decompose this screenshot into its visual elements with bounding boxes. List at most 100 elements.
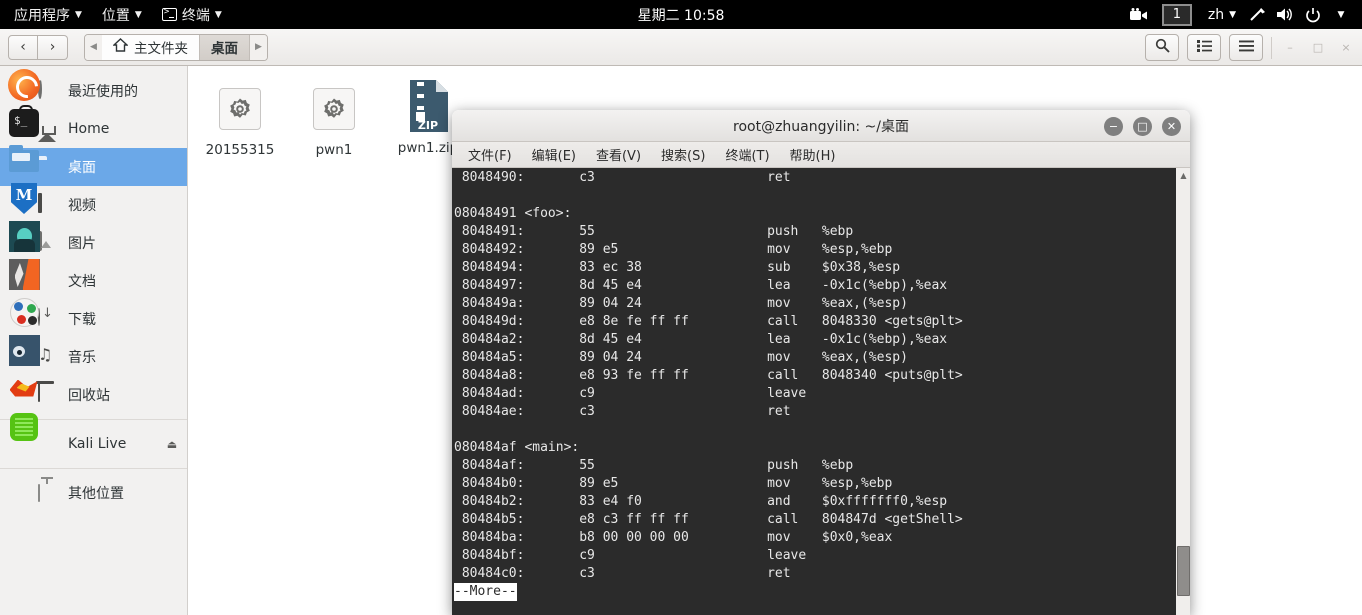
sidebar-item-label: 文档 bbox=[68, 274, 96, 290]
language-indicator[interactable]: zh ▼ bbox=[1202, 7, 1242, 23]
sidebar: 最近使用的 Home 桌面 视频 图片 文档 ↓ 下载 ♫ 音乐 回收站 Kal… bbox=[0, 66, 188, 615]
burpsuite-icon[interactable] bbox=[6, 256, 43, 293]
terminal-window-buttons: − □ ✕ bbox=[1104, 110, 1181, 142]
navigation-buttons: ‹ › bbox=[8, 34, 68, 60]
terminal-icon bbox=[161, 7, 177, 21]
file-name: pwn1 bbox=[315, 142, 353, 158]
system-menu-chevron-down-icon[interactable]: ▼ bbox=[1328, 0, 1354, 29]
applications-menu-label: 应用程序 bbox=[14, 7, 70, 24]
back-icon: ‹ bbox=[20, 39, 26, 55]
menu-edit[interactable]: 编辑(E) bbox=[524, 143, 584, 166]
terminal-scrollbar[interactable]: ▲ bbox=[1175, 168, 1190, 615]
breadcrumb: ◀ 主文件夹 桌面 ▶ bbox=[84, 33, 268, 61]
terminal-titlebar[interactable]: root@zhuangyilin: ~/桌面 − □ ✕ bbox=[452, 110, 1190, 142]
svg-text:ZIP: ZIP bbox=[418, 119, 438, 132]
terminal-minimize-button[interactable]: − bbox=[1104, 116, 1123, 136]
terminal-maximize-button[interactable]: □ bbox=[1133, 116, 1152, 136]
search-button[interactable] bbox=[1145, 34, 1179, 61]
menu-help[interactable]: 帮助(H) bbox=[782, 143, 844, 166]
fm-minimize-button[interactable]: – bbox=[1280, 38, 1300, 58]
places-menu-label: 位置 bbox=[101, 7, 130, 24]
eject-icon[interactable]: ⏏ bbox=[165, 437, 179, 451]
terminal-disassembly-text: 8048490: c3 ret 08048491 <foo>: 8048491:… bbox=[454, 170, 963, 581]
applications-menu[interactable]: 应用程序 ▼ bbox=[0, 0, 92, 29]
forward-icon: › bbox=[49, 39, 56, 55]
wireshark-icon[interactable] bbox=[6, 332, 43, 369]
search-icon bbox=[1155, 38, 1170, 57]
beef-icon[interactable] bbox=[6, 408, 43, 445]
breadcrumb-item-home[interactable]: 主文件夹 bbox=[102, 34, 199, 60]
sidebar-item-label: 音乐 bbox=[68, 350, 96, 366]
terminal-title: root@zhuangyilin: ~/桌面 bbox=[733, 118, 909, 135]
file-manager-toolbar-right: – □ × bbox=[1145, 29, 1356, 66]
menu-search[interactable]: 搜索(S) bbox=[653, 143, 713, 166]
breadcrumb-next-icon[interactable]: ▶ bbox=[250, 34, 267, 60]
terminal-close-button[interactable]: ✕ bbox=[1162, 116, 1181, 136]
breadcrumb-desktop-label: 桌面 bbox=[211, 41, 238, 57]
maltego-icon[interactable] bbox=[6, 294, 43, 331]
file-item-20155315[interactable]: 20155315 bbox=[194, 78, 286, 158]
files-icon[interactable] bbox=[6, 142, 43, 179]
fm-close-button[interactable]: × bbox=[1336, 38, 1356, 58]
screencast-icon[interactable] bbox=[1126, 0, 1152, 29]
sidebar-item-other-locations[interactable]: 其他位置 bbox=[0, 474, 187, 512]
terminal-window: root@zhuangyilin: ~/桌面 − □ ✕ 文件(F) 编辑(E)… bbox=[452, 110, 1190, 615]
application-dock bbox=[4, 66, 44, 446]
menu-button[interactable] bbox=[1229, 34, 1263, 61]
sidebar-item-label: Kali Live bbox=[68, 436, 127, 452]
chevron-down-icon: ▼ bbox=[134, 10, 142, 20]
terminal-screen[interactable]: 8048490: c3 ret 08048491 <foo>: 8048491:… bbox=[452, 168, 1190, 615]
top-panel-right: 1 zh ▼ ▼ bbox=[1126, 0, 1362, 29]
menu-terminal[interactable]: 终端(T) bbox=[717, 143, 777, 166]
file-name: 20155315 bbox=[205, 142, 275, 158]
hydra-icon[interactable] bbox=[6, 370, 43, 407]
workspace-number: 1 bbox=[1172, 7, 1181, 22]
breadcrumb-home-label: 主文件夹 bbox=[134, 41, 188, 57]
executable-gear-icon bbox=[194, 78, 286, 140]
chevron-down-icon: ▼ bbox=[1229, 10, 1236, 20]
back-button[interactable]: ‹ bbox=[8, 34, 38, 60]
list-view-button[interactable] bbox=[1187, 34, 1221, 61]
chevron-down-icon: ▼ bbox=[214, 10, 222, 20]
menu-file[interactable]: 文件(F) bbox=[460, 143, 520, 166]
menu-view[interactable]: 查看(V) bbox=[588, 143, 649, 166]
sidebar-item-label: 视频 bbox=[68, 198, 96, 214]
more-prompt: --More-- bbox=[454, 583, 517, 601]
forward-button[interactable]: › bbox=[38, 34, 68, 60]
breadcrumb-item-desktop[interactable]: 桌面 bbox=[199, 34, 250, 60]
desktop-screen: 应用程序 ▼ 位置 ▼ 终端 ▼ 星期二 10:58 bbox=[0, 0, 1362, 615]
volume-icon[interactable] bbox=[1272, 0, 1298, 29]
sidebar-item-label: 其他位置 bbox=[68, 486, 124, 502]
firefox-icon[interactable] bbox=[6, 66, 43, 103]
file-manager-toolbar: ‹ › ◀ 主文件夹 桌面 ▶ – □ × bbox=[0, 29, 1362, 66]
breadcrumb-prev-icon[interactable]: ◀ bbox=[85, 34, 102, 60]
language-label: zh bbox=[1207, 6, 1225, 23]
hamburger-menu-icon bbox=[1238, 40, 1254, 56]
brightness-icon[interactable] bbox=[1244, 0, 1270, 29]
executable-gear-icon bbox=[288, 78, 380, 140]
terminal-menu-label: 终端 bbox=[181, 7, 210, 24]
sidebar-item-label: 回收站 bbox=[68, 388, 110, 404]
sidebar-item-label: Home bbox=[68, 121, 110, 137]
top-panel-left: 应用程序 ▼ 位置 ▼ 终端 ▼ bbox=[0, 0, 232, 29]
power-icon[interactable] bbox=[1300, 0, 1326, 29]
terminal-icon[interactable] bbox=[6, 104, 43, 141]
file-item-pwn1[interactable]: pwn1 bbox=[288, 78, 380, 158]
fm-maximize-button[interactable]: □ bbox=[1308, 38, 1328, 58]
sidebar-item-label: 图片 bbox=[68, 236, 96, 252]
sidebar-divider bbox=[0, 468, 187, 469]
terminal-window-menu[interactable]: 终端 ▼ bbox=[152, 0, 232, 29]
list-view-icon bbox=[1196, 39, 1212, 56]
armitage-icon[interactable] bbox=[6, 218, 43, 255]
terminal-menubar: 文件(F) 编辑(E) 查看(V) 搜索(S) 终端(T) 帮助(H) bbox=[452, 142, 1190, 168]
top-panel: 应用程序 ▼ 位置 ▼ 终端 ▼ 星期二 10:58 bbox=[0, 0, 1362, 29]
places-menu[interactable]: 位置 ▼ bbox=[92, 0, 152, 29]
scrollbar-thumb[interactable] bbox=[1177, 546, 1190, 596]
sidebar-item-label: 桌面 bbox=[68, 160, 96, 176]
workspace-indicator[interactable]: 1 bbox=[1161, 3, 1192, 26]
clock: 星期二 10:58 bbox=[637, 7, 725, 24]
other-locations-icon bbox=[38, 483, 58, 503]
metasploit-icon[interactable] bbox=[6, 180, 43, 217]
chevron-down-icon: ▼ bbox=[75, 10, 82, 20]
scrollbar-up-arrow-icon[interactable]: ▲ bbox=[1176, 168, 1190, 182]
